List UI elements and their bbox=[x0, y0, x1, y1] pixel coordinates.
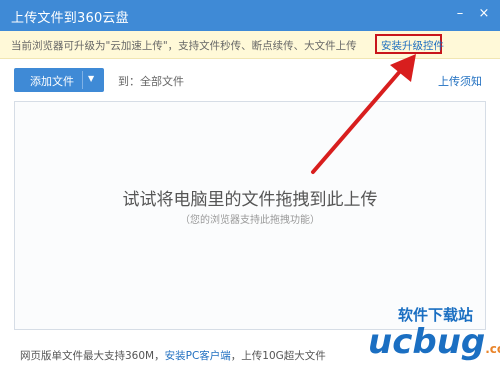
watermark-logo: ucbug.com bbox=[368, 322, 500, 369]
footer-info: 网页版单文件最大支持360M，安装PC客户端，上传10G超大文件 bbox=[20, 348, 326, 363]
install-upgrade-control-label[interactable]: 安装升级控件 bbox=[381, 38, 444, 53]
drag-drop-zone[interactable]: 试试将电脑里的文件拖拽到此上传 （您的浏览器支持此拖拽功能） bbox=[14, 101, 486, 330]
watermark-logo-text: ucbug bbox=[368, 322, 486, 362]
footer-suffix: ，上传10G超大文件 bbox=[230, 350, 326, 362]
footer-prefix: 网页版单文件最大支持360M， bbox=[20, 350, 165, 362]
window-title: 上传文件到360云盘 bbox=[11, 11, 129, 26]
close-icon[interactable]: × bbox=[476, 6, 492, 22]
watermark-logo-suffix: .com bbox=[485, 342, 500, 356]
title-bar: 上传文件到360云盘 – × bbox=[0, 0, 500, 31]
button-divider bbox=[82, 71, 83, 89]
add-file-label[interactable]: 添加文件 bbox=[30, 73, 74, 89]
minimize-icon[interactable]: – bbox=[452, 6, 468, 22]
upload-notes-link[interactable]: 上传须知 bbox=[438, 73, 482, 89]
install-pc-client-link[interactable]: 安装PC客户端 bbox=[165, 350, 231, 362]
chevron-down-icon[interactable]: ▼ bbox=[88, 74, 94, 83]
site-watermark: 软件下载站 ucbug.com bbox=[368, 302, 500, 374]
upload-target-path: 到：全部文件 bbox=[118, 75, 184, 88]
drop-hint-main: 试试将电脑里的文件拖拽到此上传 bbox=[122, 190, 378, 210]
install-upgrade-control-link[interactable]: 安装升级控件 bbox=[375, 34, 444, 54]
upgrade-notice-text: 当前浏览器可升级为"云加速上传"，支持文件秒传、断点续传、大文件上传 bbox=[11, 40, 357, 52]
add-file-button[interactable]: 添加文件 ▼ bbox=[14, 68, 104, 92]
drop-hint-sub: （您的浏览器支持此拖拽功能） bbox=[180, 215, 320, 226]
